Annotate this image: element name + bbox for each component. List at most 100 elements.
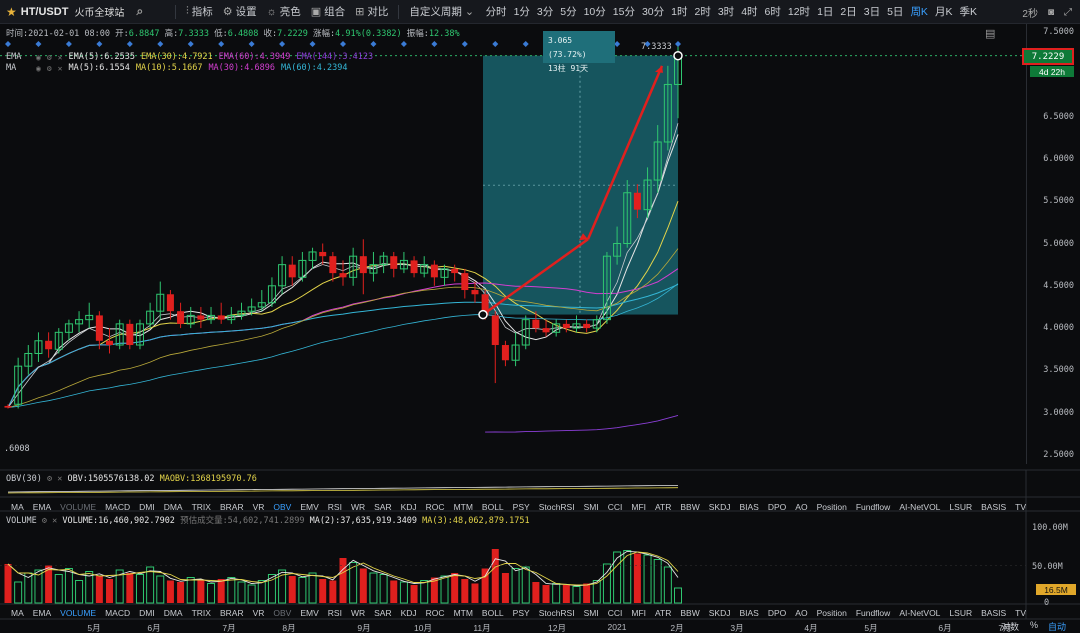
tab-kdj[interactable]: KDJ bbox=[401, 608, 417, 618]
tab-mtm[interactable]: MTM bbox=[454, 608, 473, 618]
tab-mtm[interactable]: MTM bbox=[454, 502, 473, 512]
eye-icon[interactable]: ◉ bbox=[36, 64, 41, 73]
tab-ao[interactable]: AO bbox=[795, 502, 807, 512]
tab-bias[interactable]: BIAS bbox=[739, 608, 758, 618]
ohlc-change: 4.91%(0.3382) bbox=[335, 29, 402, 39]
tab-brar[interactable]: BRAR bbox=[220, 502, 244, 512]
tab-trix[interactable]: TRIX bbox=[192, 502, 211, 512]
tab-bias[interactable]: BIAS bbox=[739, 502, 758, 512]
tab-boll[interactable]: BOLL bbox=[482, 502, 504, 512]
tab-atr[interactable]: ATR bbox=[655, 608, 671, 618]
gear-icon[interactable]: ⚙ bbox=[47, 53, 52, 62]
gear-icon[interactable]: ⚙ bbox=[47, 64, 52, 73]
tab-basis[interactable]: BASIS bbox=[981, 502, 1006, 512]
tab-bbw[interactable]: BBW bbox=[680, 502, 699, 512]
close-icon[interactable]: ✕ bbox=[58, 53, 63, 62]
tab-volume[interactable]: VOLUME bbox=[60, 502, 96, 512]
tab-trix[interactable]: TRIX bbox=[192, 608, 211, 618]
tab-sar[interactable]: SAR bbox=[374, 608, 391, 618]
volume-bar bbox=[186, 577, 195, 604]
tab-stochrsi[interactable]: StochRSI bbox=[539, 502, 575, 512]
close-icon[interactable]: ✕ bbox=[57, 474, 62, 484]
vol-axis-0: 0 bbox=[1044, 598, 1050, 608]
tab-obv[interactable]: OBV bbox=[273, 502, 291, 512]
tab-rsi[interactable]: RSI bbox=[328, 502, 342, 512]
tab-wr[interactable]: WR bbox=[351, 502, 365, 512]
volume-value: VOLUME:16,460,902.7902 bbox=[62, 516, 175, 526]
tab-emv[interactable]: EMV bbox=[300, 502, 318, 512]
tab-obv[interactable]: OBV bbox=[273, 608, 291, 618]
tab-psy[interactable]: PSY bbox=[513, 502, 530, 512]
tab-tvolume[interactable]: TVolume bbox=[1015, 608, 1026, 618]
tab-ai-netvol[interactable]: AI-NetVOL bbox=[899, 608, 940, 618]
tab-dpo[interactable]: DPO bbox=[768, 608, 786, 618]
price-tick: 6.0000 bbox=[1043, 153, 1074, 164]
percent-scale-toggle[interactable]: % bbox=[1030, 620, 1038, 630]
tab-ao[interactable]: AO bbox=[795, 608, 807, 618]
tab-macd[interactable]: MACD bbox=[105, 502, 130, 512]
ema-60-value: EMA(60):4.3949 bbox=[218, 52, 291, 62]
tab-stochrsi[interactable]: StochRSI bbox=[539, 608, 575, 618]
tab-dmi[interactable]: DMI bbox=[139, 608, 155, 618]
tab-vr[interactable]: VR bbox=[253, 608, 265, 618]
tab-roc[interactable]: ROC bbox=[426, 608, 445, 618]
gear-icon[interactable]: ⚙ bbox=[47, 474, 52, 484]
tab-smi[interactable]: SMI bbox=[584, 502, 599, 512]
tab-dpo[interactable]: DPO bbox=[768, 502, 786, 512]
log-scale-toggle[interactable]: 对数 bbox=[1001, 620, 1019, 633]
tab-position[interactable]: Position bbox=[817, 608, 847, 618]
tab-roc[interactable]: ROC bbox=[426, 502, 445, 512]
tab-boll[interactable]: BOLL bbox=[482, 608, 504, 618]
tab-ai-netvol[interactable]: AI-NetVOL bbox=[899, 502, 940, 512]
obv-value: OBV:1505576138.02 bbox=[67, 474, 155, 484]
tab-dma[interactable]: DMA bbox=[164, 608, 183, 618]
time-axis[interactable]: 5月 6月 7月 8月 9月 10月 11月 12月 2021 2月 3月 4月 5月 6月 7月 bbox=[0, 620, 1026, 633]
tab-skdj[interactable]: SKDJ bbox=[709, 502, 731, 512]
tab-cci[interactable]: CCI bbox=[608, 502, 623, 512]
tab-tvolume[interactable]: TVolume bbox=[1015, 502, 1026, 512]
candle-body bbox=[359, 256, 367, 274]
tab-bbw[interactable]: BBW bbox=[680, 608, 699, 618]
tab-mfi[interactable]: MFI bbox=[631, 502, 646, 512]
eye-icon[interactable]: ◉ bbox=[36, 53, 41, 62]
close-icon[interactable]: ✕ bbox=[58, 64, 63, 73]
auto-scale-toggle[interactable]: 自动 bbox=[1048, 620, 1066, 633]
tab-skdj[interactable]: SKDJ bbox=[709, 608, 731, 618]
volume-bar bbox=[552, 583, 561, 604]
tab-ema[interactable]: EMA bbox=[33, 608, 51, 618]
tab-smi[interactable]: SMI bbox=[584, 608, 599, 618]
tab-macd[interactable]: MACD bbox=[105, 608, 130, 618]
tab-atr[interactable]: ATR bbox=[655, 502, 671, 512]
month-label: 9月 bbox=[357, 623, 371, 633]
tab-ma[interactable]: MA bbox=[11, 502, 24, 512]
candle-body bbox=[4, 405, 12, 408]
tab-sar[interactable]: SAR bbox=[374, 502, 391, 512]
tab-cci[interactable]: CCI bbox=[608, 608, 623, 618]
tab-brar[interactable]: BRAR bbox=[220, 608, 244, 618]
tab-dmi[interactable]: DMI bbox=[139, 502, 155, 512]
tab-fundflow[interactable]: Fundflow bbox=[856, 502, 891, 512]
price-axis[interactable]: 7.50007.00006.50006.00005.50005.00004.50… bbox=[1026, 24, 1080, 464]
month-label: 5月 bbox=[87, 623, 101, 633]
tab-volume[interactable]: VOLUME bbox=[60, 608, 96, 618]
close-icon[interactable]: ✕ bbox=[52, 516, 57, 526]
tab-fundflow[interactable]: Fundflow bbox=[856, 608, 891, 618]
tab-rsi[interactable]: RSI bbox=[328, 608, 342, 618]
kline-chart[interactable] bbox=[0, 0, 1080, 633]
tab-ma[interactable]: MA bbox=[11, 608, 24, 618]
tab-basis[interactable]: BASIS bbox=[981, 608, 1006, 618]
tab-position[interactable]: Position bbox=[817, 502, 847, 512]
tab-mfi[interactable]: MFI bbox=[631, 608, 646, 618]
tab-lsur[interactable]: LSUR bbox=[949, 502, 972, 512]
tab-wr[interactable]: WR bbox=[351, 608, 365, 618]
gear-icon[interactable]: ⚙ bbox=[42, 516, 47, 526]
doc-icon[interactable]: ▤ bbox=[985, 27, 995, 40]
tab-dma[interactable]: DMA bbox=[164, 502, 183, 512]
tab-kdj[interactable]: KDJ bbox=[401, 502, 417, 512]
volume-bar bbox=[54, 574, 63, 604]
tab-ema[interactable]: EMA bbox=[33, 502, 51, 512]
tab-emv[interactable]: EMV bbox=[300, 608, 318, 618]
tab-lsur[interactable]: LSUR bbox=[949, 608, 972, 618]
tab-psy[interactable]: PSY bbox=[513, 608, 530, 618]
tab-vr[interactable]: VR bbox=[253, 502, 265, 512]
